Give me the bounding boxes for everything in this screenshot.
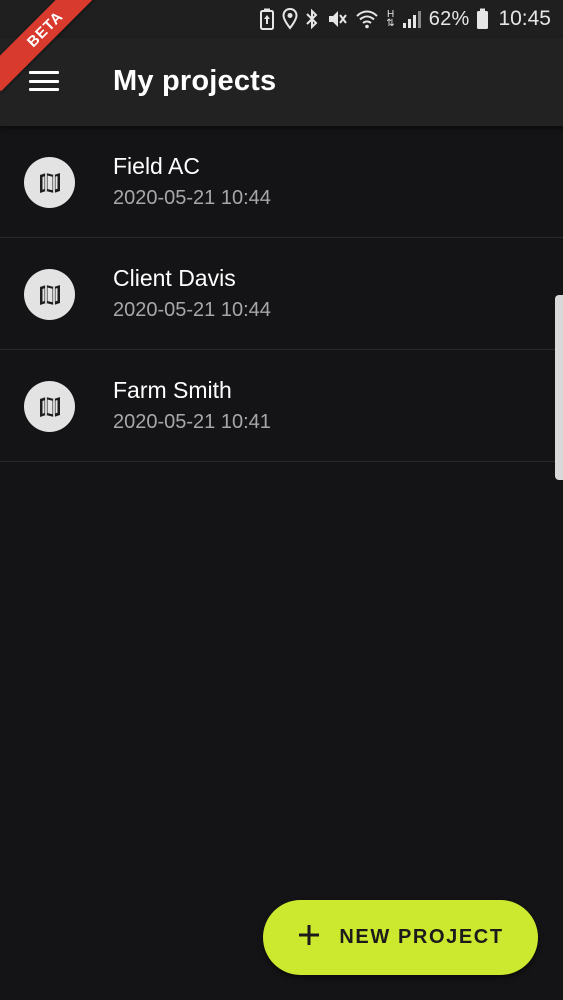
list-item[interactable]: Client Davis 2020-05-21 10:44: [0, 238, 563, 350]
mute-icon: [326, 8, 348, 30]
project-list: Field AC 2020-05-21 10:44 Client Davis 2…: [0, 126, 563, 462]
menu-icon[interactable]: [28, 68, 60, 94]
battery-percent: 62%: [428, 7, 470, 30]
signal-icon: [402, 9, 422, 29]
scrollbar[interactable]: [555, 295, 563, 480]
map-icon: [24, 381, 75, 432]
network-type-icon: H ⇅: [386, 10, 395, 29]
project-date: 2020-05-21 10:44: [113, 187, 271, 209]
clock: 10:45: [498, 7, 551, 30]
project-name: Farm Smith: [113, 377, 232, 403]
location-icon: [282, 8, 298, 30]
map-icon: [24, 157, 75, 208]
list-item[interactable]: Field AC 2020-05-21 10:44: [0, 126, 563, 238]
new-project-label: NEW PROJECT: [339, 926, 504, 948]
project-date: 2020-05-21 10:44: [113, 299, 271, 321]
screen: H ⇅ 62% 10:45 BETA My projects Field AC …: [0, 0, 563, 1000]
wifi-icon: [355, 8, 379, 30]
list-item[interactable]: Farm Smith 2020-05-21 10:41: [0, 350, 563, 462]
project-name: Client Davis: [113, 265, 236, 291]
project-name: Field AC: [113, 153, 200, 179]
plus-icon: [297, 923, 321, 952]
bluetooth-icon: [305, 8, 319, 30]
map-icon: [24, 269, 75, 320]
page-title: My projects: [113, 65, 277, 97]
data-arrows-icon: ⇅: [386, 18, 395, 29]
project-date: 2020-05-21 10:41: [113, 411, 271, 433]
battery-icon: [476, 8, 489, 30]
battery-saver-icon: [259, 8, 275, 30]
new-project-button[interactable]: NEW PROJECT: [263, 900, 538, 975]
app-bar: My projects: [0, 38, 563, 126]
